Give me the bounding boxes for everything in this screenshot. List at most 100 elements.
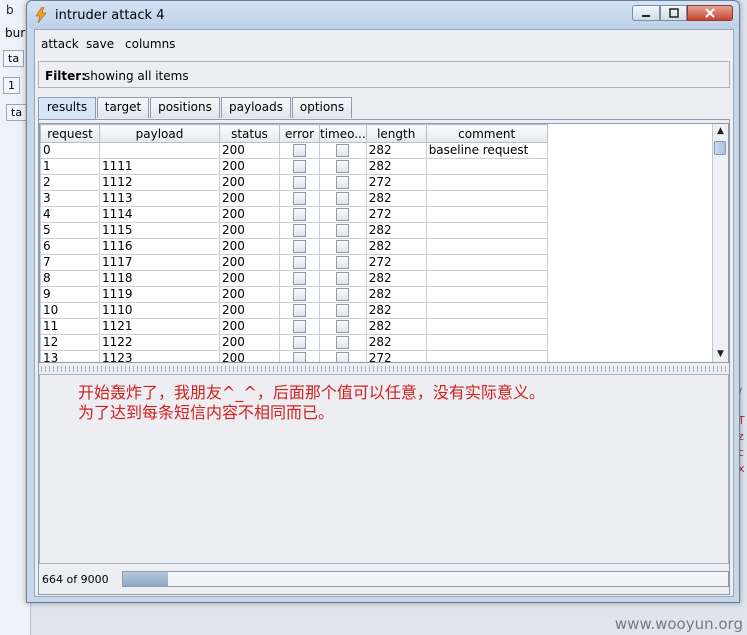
close-icon — [705, 8, 715, 18]
background-tab[interactable]: ta — [3, 50, 25, 67]
timeout-checkbox[interactable] — [336, 240, 350, 253]
timeout-checkbox[interactable] — [336, 288, 350, 301]
column-header-timeout[interactable]: timeo... — [319, 124, 367, 143]
timeout-checkbox[interactable] — [336, 208, 350, 221]
title-bar[interactable]: intruder attack 4 — [27, 1, 739, 29]
cell-comment — [425, 254, 548, 271]
error-checkbox[interactable] — [293, 224, 306, 237]
error-checkbox[interactable] — [293, 320, 306, 333]
error-checkbox[interactable] — [293, 144, 306, 157]
column-header-length[interactable]: length — [365, 124, 427, 143]
timeout-checkbox[interactable] — [336, 336, 350, 349]
tab-positions[interactable]: positions — [150, 97, 220, 118]
cell-status: 200 — [219, 222, 280, 239]
column-header-payload[interactable]: payload — [99, 124, 220, 143]
timeout-checkbox[interactable] — [336, 256, 350, 269]
background-title-fragment: b — [6, 3, 14, 17]
error-checkbox[interactable] — [293, 256, 306, 269]
column-header-error[interactable]: error — [279, 124, 320, 143]
cell-request: 1 — [40, 158, 100, 175]
error-checkbox[interactable] — [293, 336, 306, 349]
error-checkbox[interactable] — [293, 192, 306, 205]
pane-splitter[interactable] — [39, 366, 729, 372]
table-row[interactable]: 6 1116 200 282 — [40, 238, 548, 255]
cell-length: 272 — [365, 206, 427, 223]
cell-status: 200 — [219, 158, 280, 175]
cell-timeout — [319, 174, 367, 191]
cell-timeout — [319, 238, 367, 255]
cell-payload: 1118 — [99, 270, 220, 287]
table-row[interactable]: 7 1117 200 272 — [40, 254, 548, 271]
scroll-up-arrow-icon[interactable]: ▲ — [713, 124, 728, 139]
cell-error — [279, 286, 320, 303]
cell-comment — [425, 190, 548, 207]
column-header-status[interactable]: status — [219, 124, 280, 143]
maximize-button[interactable] — [660, 5, 687, 21]
timeout-checkbox[interactable] — [336, 320, 350, 333]
table-row[interactable]: 2 1112 200 272 — [40, 174, 548, 191]
cell-request: 4 — [40, 206, 100, 223]
minimize-button[interactable] — [632, 5, 660, 21]
background-tab[interactable]: 1 — [3, 77, 20, 94]
menu-columns[interactable]: columns — [125, 37, 175, 51]
error-checkbox[interactable] — [293, 240, 306, 253]
error-checkbox[interactable] — [293, 288, 306, 301]
error-checkbox[interactable] — [293, 304, 306, 317]
timeout-checkbox[interactable] — [336, 144, 350, 157]
cell-request: 8 — [40, 270, 100, 287]
timeout-checkbox[interactable] — [336, 224, 350, 237]
timeout-checkbox[interactable] — [336, 272, 350, 285]
cell-timeout — [319, 254, 367, 271]
menu-attack[interactable]: attack — [41, 37, 79, 51]
tab-results[interactable]: results — [38, 97, 96, 119]
menu-save[interactable]: save — [86, 37, 114, 51]
results-panel: request payload status error timeo... le… — [38, 119, 730, 595]
cell-request: 0 — [40, 142, 100, 159]
timeout-checkbox[interactable] — [336, 352, 350, 362]
timeout-checkbox[interactable] — [336, 176, 350, 189]
table-row[interactable]: 12 1122 200 282 — [40, 334, 548, 351]
cell-comment — [425, 318, 548, 335]
table-row[interactable]: 0 200 282 baseline request — [40, 142, 548, 159]
column-header-request[interactable]: request — [40, 124, 100, 143]
close-button[interactable] — [687, 5, 733, 21]
scrollbar-thumb[interactable] — [714, 141, 726, 155]
tab-target[interactable]: target — [97, 97, 149, 118]
error-checkbox[interactable] — [293, 272, 306, 285]
table-row[interactable]: 8 1118 200 282 — [40, 270, 548, 287]
cell-error — [279, 318, 320, 335]
tab-payloads[interactable]: payloads — [221, 97, 291, 118]
timeout-checkbox[interactable] — [336, 192, 350, 205]
cell-status: 200 — [219, 286, 280, 303]
table-row[interactable]: 10 1110 200 282 — [40, 302, 548, 319]
table-row[interactable]: 11 1121 200 282 — [40, 318, 548, 335]
cell-payload: 1115 — [99, 222, 220, 239]
cell-timeout — [319, 142, 367, 159]
error-checkbox[interactable] — [293, 352, 306, 362]
table-row[interactable]: 9 1119 200 282 — [40, 286, 548, 303]
timeout-checkbox[interactable] — [336, 304, 350, 317]
cell-request: 7 — [40, 254, 100, 271]
error-checkbox[interactable] — [293, 160, 306, 173]
cell-length: 282 — [365, 318, 427, 335]
table-row[interactable]: 4 1114 200 272 — [40, 206, 548, 223]
cell-timeout — [319, 158, 367, 175]
tab-options[interactable]: options — [292, 97, 352, 118]
cell-error — [279, 158, 320, 175]
table-row[interactable]: 3 1113 200 282 — [40, 190, 548, 207]
table-row[interactable]: 5 1115 200 282 — [40, 222, 548, 239]
filter-label: Filter: — [45, 69, 87, 83]
cell-comment: baseline request — [425, 142, 548, 159]
filter-bar[interactable]: Filter: showing all items — [38, 61, 730, 88]
error-checkbox[interactable] — [293, 176, 306, 189]
error-checkbox[interactable] — [293, 208, 306, 221]
table-vertical-scrollbar[interactable]: ▲ ▼ — [712, 124, 728, 362]
background-tab[interactable]: ta — [6, 104, 28, 121]
status-bar: 664 of 9000 — [39, 570, 729, 590]
background-menu-fragment: bur — [5, 26, 26, 40]
table-row[interactable]: 1 1111 200 282 — [40, 158, 548, 175]
column-header-comment[interactable]: comment — [425, 124, 548, 143]
scroll-down-arrow-icon[interactable]: ▼ — [713, 347, 728, 362]
timeout-checkbox[interactable] — [336, 160, 350, 173]
table-row[interactable]: 13 1123 200 272 — [40, 350, 548, 362]
